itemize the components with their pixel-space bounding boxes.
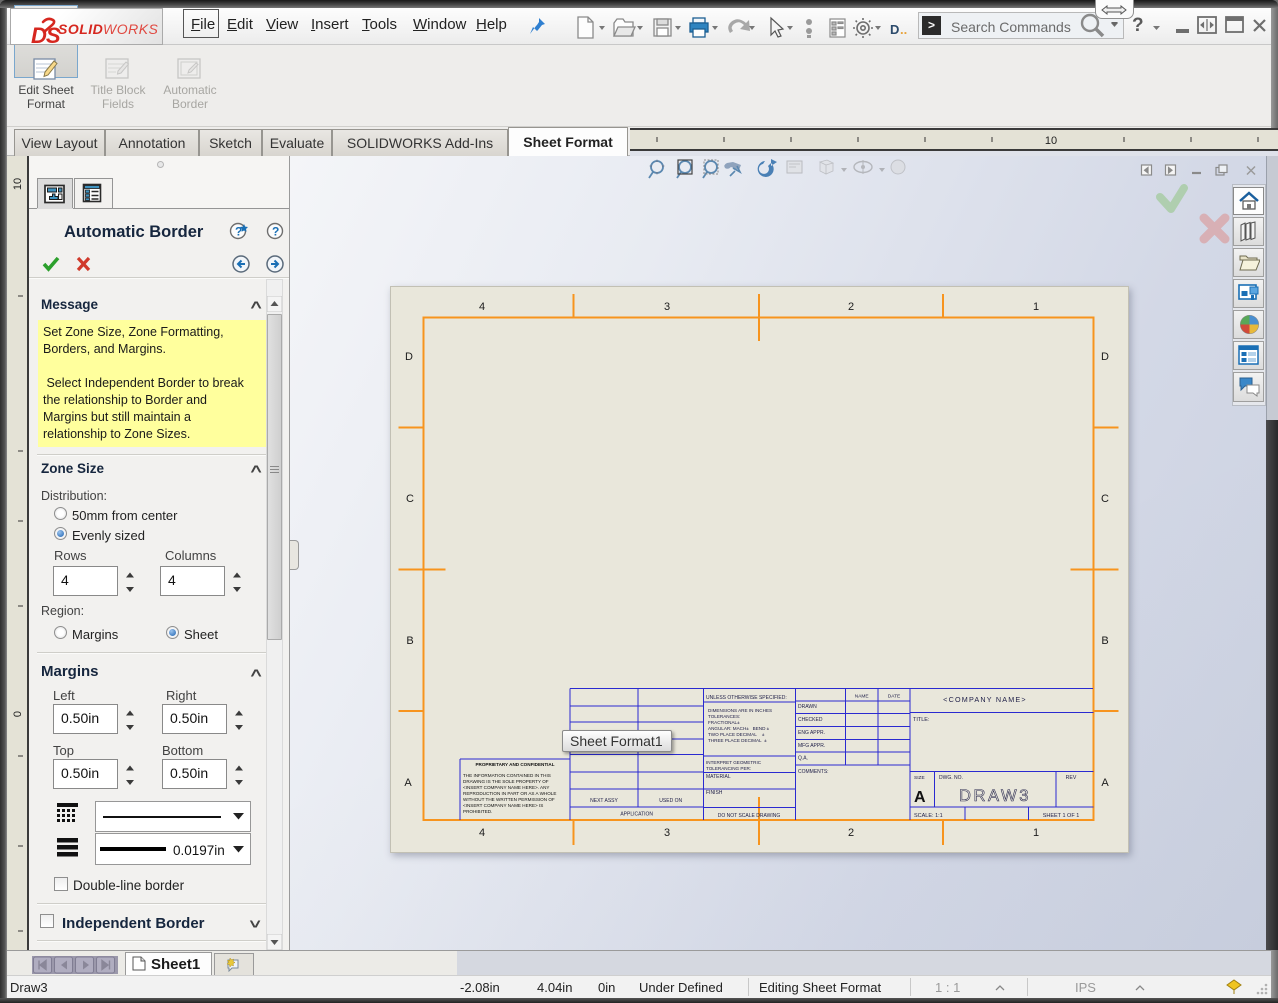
svg-text:CHECKED: CHECKED <box>798 717 823 723</box>
svg-text:A: A <box>404 777 412 789</box>
svg-text:..: .. <box>900 22 907 37</box>
svg-text:PROPRIETARY AND CONFIDENTIAL: PROPRIETARY AND CONFIDENTIAL <box>475 762 554 767</box>
svg-text:WORKS: WORKS <box>103 21 159 37</box>
svg-text:THREE PLACE DECIMAL ±: THREE PLACE DECIMAL ± <box>708 738 767 743</box>
svg-text:4: 4 <box>479 827 485 839</box>
svg-text:MATERIAL: MATERIAL <box>706 774 731 780</box>
svg-text:USED ON: USED ON <box>659 798 682 804</box>
svg-text:DATE: DATE <box>888 694 900 700</box>
svg-text:TOLERANCING PER:: TOLERANCING PER: <box>706 766 751 771</box>
svg-text:DS: DS <box>31 23 61 46</box>
svg-text:REPRODUCTION IN PART OR AS A W: REPRODUCTION IN PART OR AS A WHOLE <box>463 791 556 796</box>
svg-text:SOLID: SOLID <box>58 21 103 37</box>
svg-text:DRAW3: DRAW3 <box>959 787 1031 805</box>
svg-text:10: 10 <box>1045 135 1057 147</box>
svg-text:0: 0 <box>12 711 24 717</box>
svg-text:C: C <box>406 493 414 505</box>
svg-text:<INSERT COMPANY NAME HERE> IS: <INSERT COMPANY NAME HERE> IS <box>463 803 543 808</box>
svg-text:10: 10 <box>12 178 24 190</box>
svg-text:<COMPANY NAME>: <COMPANY NAME> <box>943 695 1027 704</box>
svg-text:WITHOUT THE WRITTEN PERMISSION: WITHOUT THE WRITTEN PERMISSION OF <box>463 797 555 802</box>
svg-text:PROHIBITED.: PROHIBITED. <box>463 809 492 814</box>
svg-text:APPLICATION: APPLICATION <box>620 812 653 818</box>
svg-text:D: D <box>1101 351 1109 363</box>
svg-text:4: 4 <box>479 301 485 313</box>
svg-text:A: A <box>914 789 926 806</box>
svg-text:UNLESS OTHERWISE SPECIFIED:: UNLESS OTHERWISE SPECIFIED: <box>706 695 787 701</box>
svg-text:REV: REV <box>1066 775 1077 781</box>
svg-text:SHEET 1 OF 1: SHEET 1 OF 1 <box>1043 813 1080 819</box>
svg-text:Q.A.: Q.A. <box>798 756 808 762</box>
svg-text:NEXT ASSY: NEXT ASSY <box>590 798 618 804</box>
svg-text:TWO PLACE DECIMAL ±: TWO PLACE DECIMAL ± <box>708 732 765 737</box>
svg-text:B: B <box>406 635 413 647</box>
svg-text:2: 2 <box>848 301 854 313</box>
svg-text:DWG. NO.: DWG. NO. <box>939 775 963 781</box>
svg-text:TITLE:: TITLE: <box>913 717 930 723</box>
svg-text:ENG APPR.: ENG APPR. <box>798 730 825 736</box>
svg-text:D: D <box>405 351 413 363</box>
svg-text:DRAWING IS THE SOLE PROPERTY O: DRAWING IS THE SOLE PROPERTY OF <box>463 779 549 784</box>
svg-text:DIMENSIONS ARE IN INCHES: DIMENSIONS ARE IN INCHES <box>708 708 772 713</box>
svg-text:THE INFORMATION CONTAINED IN T: THE INFORMATION CONTAINED IN THIS <box>463 773 551 778</box>
svg-text:MFG APPR.: MFG APPR. <box>798 743 825 749</box>
svg-text:C: C <box>1101 493 1109 505</box>
svg-text:3: 3 <box>664 827 670 839</box>
svg-text:1: 1 <box>1033 827 1039 839</box>
svg-text:DRAWN: DRAWN <box>798 704 817 710</box>
svg-text:DO NOT SCALE DRAWING: DO NOT SCALE DRAWING <box>718 813 781 819</box>
svg-text:FINISH: FINISH <box>706 790 723 796</box>
svg-text:2: 2 <box>848 827 854 839</box>
svg-text:D: D <box>890 22 899 37</box>
svg-text:ANGULAR: MACH± BEND ±: ANGULAR: MACH± BEND ± <box>708 726 770 731</box>
svg-text:INTERPRET GEOMETRIC: INTERPRET GEOMETRIC <box>706 760 762 765</box>
svg-text:1: 1 <box>1033 301 1039 313</box>
svg-text:?: ? <box>272 225 279 239</box>
svg-text:<INSERT COMPANY NAME HERE>. AN: <INSERT COMPANY NAME HERE>. ANY <box>463 785 549 790</box>
svg-text:A: A <box>1101 777 1109 789</box>
svg-text:3: 3 <box>664 301 670 313</box>
svg-text:COMMENTS:: COMMENTS: <box>798 769 829 775</box>
svg-text:SIZE: SIZE <box>914 775 925 781</box>
svg-text:B: B <box>1101 635 1108 647</box>
svg-text:?: ? <box>235 225 242 239</box>
svg-text:NAME: NAME <box>855 694 869 700</box>
svg-text:TOLERANCES:: TOLERANCES: <box>708 714 740 719</box>
svg-text:FRACTIONAL±: FRACTIONAL± <box>708 720 740 725</box>
svg-text:SCALE: 1:1: SCALE: 1:1 <box>914 813 943 819</box>
